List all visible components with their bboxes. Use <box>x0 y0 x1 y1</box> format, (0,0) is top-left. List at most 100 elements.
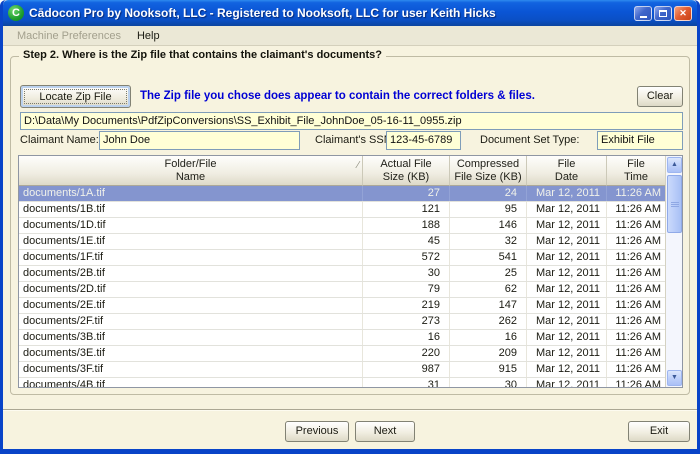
table-cell-time: 11:26 AM <box>607 218 665 233</box>
table-row[interactable]: documents/2B.tif3025Mar 12, 201111:26 AM <box>19 266 665 282</box>
vertical-scrollbar[interactable]: ▲ ▼ <box>665 156 682 387</box>
table-cell-actual: 45 <box>363 234 450 249</box>
table-cell-time: 11:26 AM <box>607 298 665 313</box>
table-row[interactable]: documents/2E.tif219147Mar 12, 201111:26 … <box>19 298 665 314</box>
menu-machine-preferences[interactable]: Machine Preferences <box>9 28 129 44</box>
table-cell-actual: 121 <box>363 202 450 217</box>
minimize-button[interactable] <box>634 6 652 21</box>
app-logo-icon: C <box>8 5 24 21</box>
column-header-folder-file-name[interactable]: Folder/File Name ∕ <box>19 156 363 186</box>
title-bar[interactable]: C Cādocon Pro by Nooksoft, LLC - Registe… <box>3 0 697 26</box>
table-row[interactable]: documents/4B.tif3130Mar 12, 201111:26 AM <box>19 378 665 388</box>
table-cell-actual: 27 <box>363 186 450 201</box>
table-cell-actual: 572 <box>363 250 450 265</box>
table-cell-name: documents/3F.tif <box>19 362 363 377</box>
locate-zip-file-button[interactable]: Locate Zip File <box>20 85 131 108</box>
table-cell-date: Mar 12, 2011 <box>527 266 607 281</box>
table-row[interactable]: documents/1A.tif2724Mar 12, 201111:26 AM <box>19 186 665 202</box>
previous-button[interactable]: Previous <box>285 421 349 442</box>
menu-help[interactable]: Help <box>129 28 168 44</box>
table-cell-compressed: 95 <box>450 202 527 217</box>
table-cell-name: documents/1A.tif <box>19 186 363 201</box>
column-header-compressed-size[interactable]: Compressed File Size (KB) <box>450 156 527 186</box>
table-cell-date: Mar 12, 2011 <box>527 282 607 297</box>
step2-title: Step 2. Where is the Zip file that conta… <box>19 49 386 61</box>
claimant-ssn-field[interactable]: 123-45-6789 <box>386 131 461 150</box>
table-cell-compressed: 915 <box>450 362 527 377</box>
maximize-button[interactable] <box>654 6 672 21</box>
table-cell-date: Mar 12, 2011 <box>527 250 607 265</box>
claimant-name-field[interactable]: John Doe <box>99 131 300 150</box>
table-cell-date: Mar 12, 2011 <box>527 234 607 249</box>
next-button[interactable]: Next <box>355 421 415 442</box>
footer-divider <box>3 409 697 411</box>
table-cell-compressed: 30 <box>450 378 527 388</box>
table-row[interactable]: documents/1B.tif12195Mar 12, 201111:26 A… <box>19 202 665 218</box>
table-cell-time: 11:26 AM <box>607 314 665 329</box>
table-cell-compressed: 209 <box>450 346 527 361</box>
table-cell-name: documents/1E.tif <box>19 234 363 249</box>
column-header-actual-size[interactable]: Actual File Size (KB) <box>363 156 450 186</box>
document-set-type-label: Document Set Type: <box>480 134 579 146</box>
table-cell-name: documents/1F.tif <box>19 250 363 265</box>
table-cell-time: 11:26 AM <box>607 234 665 249</box>
table-cell-time: 11:26 AM <box>607 202 665 217</box>
table-cell-date: Mar 12, 2011 <box>527 186 607 201</box>
claimant-ssn-label: Claimant's SSN: <box>315 134 395 146</box>
table-cell-actual: 220 <box>363 346 450 361</box>
table-cell-date: Mar 12, 2011 <box>527 346 607 361</box>
table-cell-compressed: 262 <box>450 314 527 329</box>
table-cell-actual: 79 <box>363 282 450 297</box>
table-cell-name: documents/1B.tif <box>19 202 363 217</box>
table-cell-compressed: 62 <box>450 282 527 297</box>
table-cell-compressed: 25 <box>450 266 527 281</box>
table-cell-date: Mar 12, 2011 <box>527 314 607 329</box>
file-table: Folder/File Name ∕ Actual File Size (KB)… <box>18 155 683 388</box>
table-cell-name: documents/3E.tif <box>19 346 363 361</box>
table-row[interactable]: documents/1E.tif4532Mar 12, 201111:26 AM <box>19 234 665 250</box>
table-cell-name: documents/2D.tif <box>19 282 363 297</box>
table-row[interactable]: documents/3B.tif1616Mar 12, 201111:26 AM <box>19 330 665 346</box>
column-header-file-time[interactable]: File Time <box>607 156 665 186</box>
table-cell-actual: 30 <box>363 266 450 281</box>
table-cell-actual: 273 <box>363 314 450 329</box>
table-row[interactable]: documents/2D.tif7962Mar 12, 201111:26 AM <box>19 282 665 298</box>
table-row[interactable]: documents/3F.tif987915Mar 12, 201111:26 … <box>19 362 665 378</box>
table-cell-date: Mar 12, 2011 <box>527 330 607 345</box>
table-cell-time: 11:26 AM <box>607 282 665 297</box>
table-cell-time: 11:26 AM <box>607 346 665 361</box>
table-cell-compressed: 146 <box>450 218 527 233</box>
table-cell-name: documents/4B.tif <box>19 378 363 388</box>
table-row[interactable]: documents/1D.tif188146Mar 12, 201111:26 … <box>19 218 665 234</box>
table-cell-name: documents/2E.tif <box>19 298 363 313</box>
clear-button[interactable]: Clear <box>637 86 683 107</box>
scrollbar-thumb[interactable] <box>667 175 682 233</box>
zip-path-field[interactable]: D:\Data\My Documents\PdfZipConversions\S… <box>20 112 683 130</box>
table-cell-compressed: 541 <box>450 250 527 265</box>
table-cell-actual: 16 <box>363 330 450 345</box>
table-cell-compressed: 32 <box>450 234 527 249</box>
table-cell-name: documents/3B.tif <box>19 330 363 345</box>
document-set-type-field[interactable]: Exhibit File <box>597 131 683 150</box>
exit-button[interactable]: Exit <box>628 421 690 442</box>
scroll-down-icon[interactable]: ▼ <box>667 370 682 386</box>
main-content: Step 2. Where is the Zip file that conta… <box>3 46 697 449</box>
table-row[interactable]: documents/2F.tif273262Mar 12, 201111:26 … <box>19 314 665 330</box>
close-icon: ✕ <box>679 8 687 19</box>
table-cell-name: documents/1D.tif <box>19 218 363 233</box>
locate-zip-file-label: Locate Zip File <box>24 89 127 104</box>
scroll-up-icon[interactable]: ▲ <box>667 157 682 173</box>
table-cell-time: 11:26 AM <box>607 378 665 388</box>
table-row[interactable]: documents/3E.tif220209Mar 12, 201111:26 … <box>19 346 665 362</box>
app-window: C Cādocon Pro by Nooksoft, LLC - Registe… <box>0 0 700 454</box>
table-cell-date: Mar 12, 2011 <box>527 218 607 233</box>
table-cell-time: 11:26 AM <box>607 362 665 377</box>
table-cell-actual: 219 <box>363 298 450 313</box>
table-row[interactable]: documents/1F.tif572541Mar 12, 201111:26 … <box>19 250 665 266</box>
table-cell-name: documents/2B.tif <box>19 266 363 281</box>
table-cell-time: 11:26 AM <box>607 330 665 345</box>
table-cell-actual: 188 <box>363 218 450 233</box>
table-cell-date: Mar 12, 2011 <box>527 378 607 388</box>
column-header-file-date[interactable]: File Date <box>527 156 607 186</box>
close-button[interactable]: ✕ <box>674 6 692 21</box>
